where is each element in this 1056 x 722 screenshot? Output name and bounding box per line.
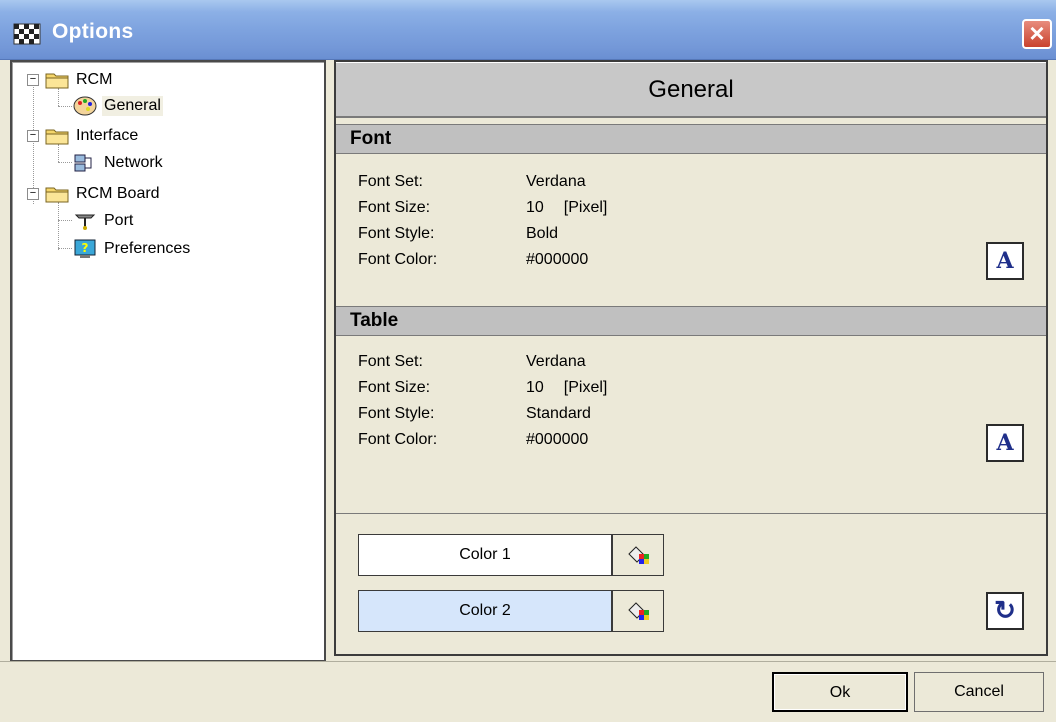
tree-connector [58, 220, 72, 221]
help-icon: ? [74, 239, 96, 258]
property-value: Verdana [526, 353, 586, 370]
folder-icon [45, 187, 69, 203]
port-icon [74, 214, 96, 230]
folder-icon [45, 129, 69, 145]
property-value: Verdana [526, 173, 586, 190]
choose-font-button[interactable]: A [986, 242, 1024, 280]
palette-icon [73, 96, 97, 116]
tree-item-label: Network [104, 154, 163, 171]
tree-item-port[interactable]: Port [72, 208, 135, 234]
options-tree[interactable]: − RCM General − Interface Network − RCM … [10, 60, 326, 662]
tree-item-label: RCM [76, 71, 113, 88]
tree-item-label: Port [104, 212, 134, 229]
property-value: 10 [Pixel] [526, 379, 608, 396]
property-value: Bold [526, 225, 559, 242]
property-label: Font Color: [358, 431, 438, 448]
property-label: Font Color: [358, 251, 438, 268]
close-button[interactable]: × [1022, 19, 1052, 49]
tree-item-general[interactable]: General [72, 93, 163, 119]
property-label: Font Size: [358, 379, 431, 396]
property-label: Font Style: [358, 405, 435, 422]
section-divider [336, 513, 1046, 514]
unit-label: [Pixel] [563, 199, 608, 216]
tree-connector [58, 162, 72, 163]
close-icon: × [1029, 18, 1045, 48]
tree-item-rcm-board[interactable]: RCM Board [44, 181, 162, 207]
property-value: 10 [Pixel] [526, 199, 608, 216]
property-label: Font Style: [358, 225, 435, 242]
reset-icon: ↻ [994, 595, 1016, 625]
tree-item-interface[interactable]: Interface [44, 123, 140, 149]
collapse-toggle-rcm[interactable]: − [27, 74, 39, 86]
color-1-picker-button[interactable] [612, 534, 664, 576]
property-label: Font Size: [358, 199, 431, 216]
tree-item-label: Preferences [104, 240, 191, 257]
color-1-field[interactable]: Color 1 [358, 534, 612, 576]
paint-bucket-icon [628, 546, 649, 564]
folder-icon [45, 73, 69, 89]
cancel-button[interactable]: Cancel [914, 672, 1044, 712]
tree-connector [58, 202, 59, 250]
tree-item-rcm[interactable]: RCM [44, 67, 114, 93]
panel-title: General [336, 62, 1046, 118]
table-section-header: Table [336, 306, 1046, 336]
title-bar[interactable]: Options × [0, 0, 1056, 60]
font-icon: A [996, 248, 1014, 274]
tree-item-preferences[interactable]: ? Preferences [72, 236, 192, 262]
reset-colors-button[interactable]: ↻ [986, 592, 1024, 630]
svg-text:?: ? [82, 241, 89, 255]
property-label: Font Set: [358, 173, 423, 190]
ok-button[interactable]: Ok [772, 672, 908, 712]
footer-divider [0, 661, 1056, 662]
property-value: #000000 [526, 431, 589, 448]
collapse-toggle-interface[interactable]: − [27, 130, 39, 142]
color-2-picker-button[interactable] [612, 590, 664, 632]
color-label: Color 2 [459, 602, 511, 619]
tree-item-label: Interface [76, 127, 139, 144]
unit-label: [Pixel] [563, 379, 608, 396]
tree-connector [33, 84, 34, 204]
property-value: Standard [526, 405, 591, 422]
color-2-field[interactable]: Color 2 [358, 590, 612, 632]
tree-item-label: RCM Board [76, 185, 160, 202]
tree-item-label: General [102, 96, 163, 116]
tree-connector [58, 106, 72, 107]
property-value: #000000 [526, 251, 589, 268]
color-label: Color 1 [459, 546, 511, 563]
choose-table-font-button[interactable]: A [986, 424, 1024, 462]
tree-connector [58, 248, 72, 249]
window-title: Options [52, 20, 134, 43]
property-label: Font Set: [358, 353, 423, 370]
network-icon [74, 154, 92, 172]
checkered-flag-icon [13, 23, 41, 45]
paint-bucket-icon [628, 602, 649, 620]
font-icon: A [996, 430, 1014, 456]
settings-panel: General Font Font Set: Verdana Font Size… [334, 60, 1048, 656]
tree-item-network[interactable]: Network [72, 150, 165, 176]
collapse-toggle-rcm-board[interactable]: − [27, 188, 39, 200]
font-section-header: Font [336, 124, 1046, 154]
